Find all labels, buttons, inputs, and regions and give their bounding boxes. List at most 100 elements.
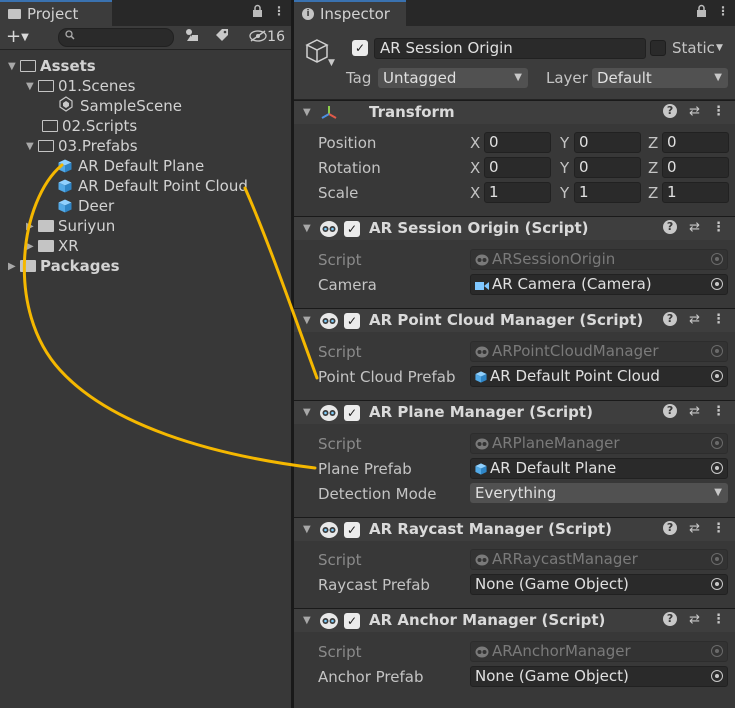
lock-icon[interactable] <box>252 4 263 20</box>
position-x-field[interactable]: 0 <box>484 132 551 153</box>
layer-value: Default <box>597 69 652 87</box>
ar-session-origin-header[interactable]: ▼ ✓ AR Session Origin (Script) ? ⇄ ⋮ <box>294 216 735 240</box>
static-checkbox[interactable] <box>650 40 666 56</box>
expand-arrow-icon[interactable]: ▼ <box>26 141 38 152</box>
script-field: ARSessionOrigin <box>470 249 728 270</box>
filter-by-label-icon[interactable] <box>215 28 229 46</box>
tree-item-label: AR Default Point Cloud <box>78 177 248 195</box>
ar-point-cloud-manager-header[interactable]: ▼ ✓ AR Point Cloud Manager (Script) ? ⇄ ⋮ <box>294 308 735 332</box>
tree-item-xr[interactable]: ▶ XR <box>26 236 79 256</box>
preset-icon[interactable]: ⇄ <box>689 312 700 327</box>
expand-arrow-icon[interactable]: ▼ <box>8 61 20 72</box>
expand-arrow-icon[interactable]: ▼ <box>26 81 38 92</box>
camera-field[interactable]: AR Camera (Camera) <box>470 274 728 295</box>
tree-item-ar-default-plane[interactable]: AR Default Plane <box>58 156 204 176</box>
preset-icon[interactable]: ⇄ <box>689 521 700 536</box>
tree-item-label: AR Default Plane <box>78 157 205 175</box>
component-enabled-checkbox[interactable]: ✓ <box>344 313 360 329</box>
eye-slash-icon <box>249 30 267 42</box>
chevron-down-icon: ▼ <box>714 72 722 83</box>
detection-mode-dropdown[interactable]: Everything ▼ <box>470 483 728 503</box>
menu-icon[interactable]: ⋮ <box>712 612 725 627</box>
menu-icon[interactable]: ⋮ <box>712 220 725 235</box>
menu-icon[interactable]: ⋮ <box>712 312 725 327</box>
help-icon[interactable]: ? <box>663 220 678 234</box>
plane-prefab-field[interactable]: AR Default Plane <box>470 458 728 479</box>
tree-item-ar-default-point-cloud[interactable]: AR Default Point Cloud <box>58 176 248 196</box>
anchor-prefab-label: Anchor Prefab <box>318 668 424 686</box>
collapse-arrow-icon[interactable]: ▶ <box>26 221 38 232</box>
tree-item-packages[interactable]: ▶ Packages <box>8 256 120 276</box>
tree-item-assets[interactable]: ▼ Assets <box>8 56 96 76</box>
object-picker-icon[interactable] <box>711 370 723 382</box>
menu-icon[interactable]: ⋮ <box>712 404 725 419</box>
icon-dropdown-arrow[interactable]: ▼ <box>328 58 335 68</box>
tab-inspector[interactable]: i Inspector <box>294 0 406 26</box>
preset-icon[interactable]: ⇄ <box>689 404 700 419</box>
rotation-y-field[interactable]: 0 <box>574 157 641 178</box>
object-name-field[interactable]: AR Session Origin <box>374 38 646 59</box>
menu-icon[interactable]: ⋮ <box>717 4 729 20</box>
rotation-z-field[interactable]: 0 <box>662 157 729 178</box>
object-picker-icon[interactable] <box>711 278 723 290</box>
tree-item-samplescene[interactable]: SampleScene <box>58 96 182 116</box>
static-dropdown-arrow[interactable]: ▼ <box>716 43 723 53</box>
tree-item-scripts[interactable]: 02.Scripts <box>42 116 137 136</box>
menu-icon[interactable]: ⋮ <box>712 104 725 119</box>
scale-x-field[interactable]: 1 <box>484 182 551 203</box>
tag-dropdown[interactable]: Untagged ▼ <box>378 68 528 88</box>
foldout-arrow-icon[interactable]: ▼ <box>303 407 311 418</box>
rotation-x-field[interactable]: 0 <box>484 157 551 178</box>
collapse-arrow-icon[interactable]: ▶ <box>8 261 20 272</box>
preset-icon[interactable]: ⇄ <box>689 220 700 235</box>
ar-plane-manager-header[interactable]: ▼ ✓ AR Plane Manager (Script) ? ⇄ ⋮ <box>294 400 735 424</box>
add-button[interactable]: +▼ <box>6 28 29 47</box>
foldout-arrow-icon[interactable]: ▼ <box>303 223 311 234</box>
lock-icon[interactable] <box>696 4 707 20</box>
help-icon[interactable]: ? <box>663 404 678 418</box>
ar-anchor-manager-header[interactable]: ▼ ✓ AR Anchor Manager (Script) ? ⇄ ⋮ <box>294 608 735 632</box>
help-icon[interactable]: ? <box>663 521 678 535</box>
help-icon[interactable]: ? <box>663 104 678 118</box>
tree-item-prefabs[interactable]: ▼ 03.Prefabs <box>26 136 138 156</box>
help-icon[interactable]: ? <box>663 312 678 326</box>
collapse-arrow-icon[interactable]: ▶ <box>26 241 38 252</box>
scale-z-field[interactable]: 1 <box>662 182 729 203</box>
tree-item-scenes[interactable]: ▼ 01.Scenes <box>26 76 135 96</box>
tree-item-deer[interactable]: Deer <box>58 196 114 216</box>
tab-project[interactable]: Project <box>0 0 112 26</box>
ar-raycast-manager-header[interactable]: ▼ ✓ AR Raycast Manager (Script) ? ⇄ ⋮ <box>294 517 735 541</box>
component-enabled-checkbox[interactable]: ✓ <box>344 221 360 237</box>
position-z-field[interactable]: 0 <box>662 132 729 153</box>
component-enabled-checkbox[interactable]: ✓ <box>344 522 360 538</box>
foldout-arrow-icon[interactable]: ▼ <box>303 615 311 626</box>
active-checkbox[interactable]: ✓ <box>352 40 368 56</box>
axis-x-label: X <box>470 159 481 177</box>
hidden-packages-toggle[interactable]: 16 <box>249 29 285 45</box>
preset-icon[interactable]: ⇄ <box>689 612 700 627</box>
menu-icon[interactable]: ⋮ <box>273 4 285 20</box>
raycast-prefab-field[interactable]: None (Game Object) <box>470 574 728 595</box>
foldout-arrow-icon[interactable]: ▼ <box>303 315 311 326</box>
scale-y-field[interactable]: 1 <box>574 182 641 203</box>
object-picker-icon[interactable] <box>711 670 723 682</box>
transform-header[interactable]: ▼ Transform ? ⇄ ⋮ <box>294 100 735 124</box>
point-cloud-prefab-field[interactable]: AR Default Point Cloud <box>470 366 728 387</box>
search-input[interactable] <box>58 28 174 47</box>
tree-item-suriyun[interactable]: ▶ Suriyun <box>26 216 115 236</box>
rotation-label: Rotation <box>318 159 381 177</box>
component-enabled-checkbox[interactable]: ✓ <box>344 405 360 421</box>
component-enabled-checkbox[interactable]: ✓ <box>344 613 360 629</box>
foldout-arrow-icon[interactable]: ▼ <box>303 107 311 118</box>
menu-icon[interactable]: ⋮ <box>712 521 725 536</box>
preset-icon[interactable]: ⇄ <box>689 104 700 119</box>
help-icon[interactable]: ? <box>663 612 678 626</box>
foldout-arrow-icon[interactable]: ▼ <box>303 524 311 535</box>
object-picker-icon[interactable] <box>711 578 723 590</box>
position-y-field[interactable]: 0 <box>574 132 641 153</box>
anchor-prefab-field[interactable]: None (Game Object) <box>470 666 728 687</box>
object-picker-icon[interactable] <box>711 462 723 474</box>
script-icon <box>320 613 338 629</box>
filter-by-type-icon[interactable] <box>185 28 199 46</box>
layer-dropdown[interactable]: Default ▼ <box>592 68 728 88</box>
